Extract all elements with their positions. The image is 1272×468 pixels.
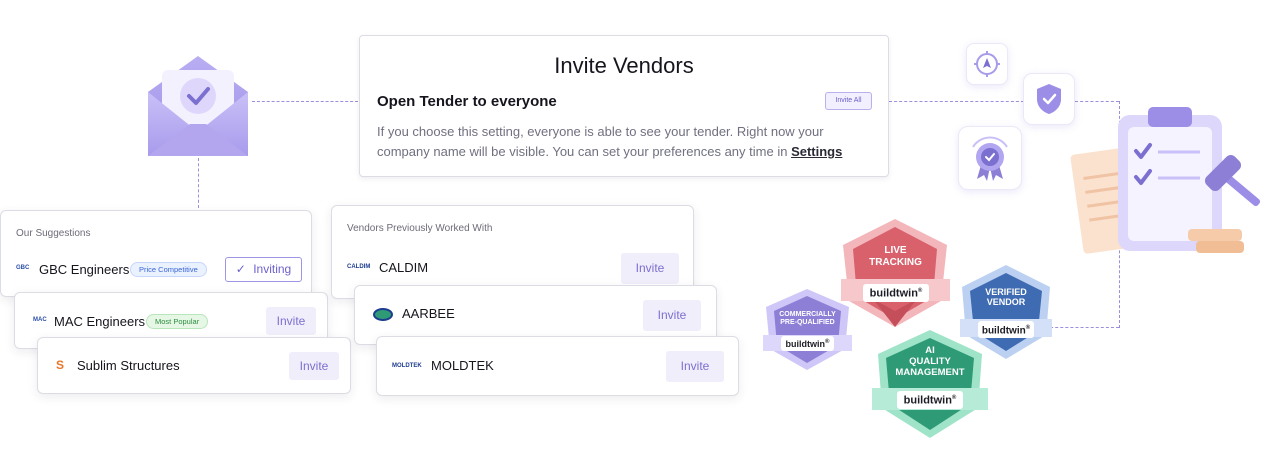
check-icon: ✓ bbox=[235, 262, 246, 276]
gavel-icon bbox=[1195, 150, 1272, 225]
connector-line bbox=[889, 101, 1024, 102]
live-tracking-badge: LIVE TRACKING buildtwin® bbox=[839, 215, 952, 330]
page-title: Invite Vendors bbox=[554, 53, 694, 78]
vendor-name: Sublim Structures bbox=[77, 358, 180, 373]
open-tender-title: Open Tender to everyone bbox=[377, 93, 557, 110]
registered-mark: ® bbox=[951, 395, 957, 401]
vendor-name: GBC Engineers bbox=[39, 262, 130, 277]
ai-quality-label: AI QUALITY MANAGEMENT bbox=[895, 345, 965, 378]
registered-mark: ® bbox=[917, 288, 923, 294]
verified-vendor-label: VERIFIED VENDOR bbox=[985, 287, 1027, 308]
award-ribbon-icon bbox=[958, 126, 1022, 190]
buildtwin-logo: buildtwin® bbox=[781, 336, 834, 351]
moldtek-logo: MOLDTEK bbox=[392, 363, 422, 369]
brand-text: buildtwin bbox=[869, 287, 918, 300]
envelope-check-icon bbox=[146, 54, 250, 158]
settings-link[interactable]: Settings bbox=[791, 144, 842, 159]
aarbee-logo bbox=[373, 308, 393, 321]
previous-vendor-card: MOLDTEK MOLDTEK Invite bbox=[376, 336, 739, 396]
shield-check-icon bbox=[1023, 73, 1075, 125]
registered-mark: ® bbox=[1025, 325, 1031, 331]
previous-vendors-label: Vendors Previously Worked With bbox=[347, 223, 493, 234]
buildtwin-logo: buildtwin® bbox=[863, 284, 929, 302]
suggestions-label: Our Suggestions bbox=[16, 228, 91, 239]
most-popular-tag: Most Popular bbox=[146, 314, 209, 329]
price-competitive-tag: Price Competitive bbox=[130, 262, 207, 277]
vendor-name: CALDIM bbox=[379, 260, 429, 275]
invite-all-button[interactable]: Invite All bbox=[825, 92, 872, 110]
live-tracking-label: LIVE TRACKING bbox=[869, 245, 922, 268]
inviting-label: Inviting bbox=[253, 262, 292, 276]
suggestion-card: Our Suggestions GBC GBC Engineers Price … bbox=[0, 210, 312, 297]
sublim-logo: S bbox=[56, 358, 65, 372]
vendor-name: MAC Engineers bbox=[54, 314, 146, 329]
target-icon bbox=[966, 43, 1008, 85]
suggestion-card: S Sublim Structures Invite bbox=[37, 337, 351, 394]
vendor-name: MOLDTEK bbox=[431, 358, 494, 373]
connector-line bbox=[252, 101, 358, 102]
invite-button[interactable]: Invite bbox=[289, 352, 339, 380]
connector-line bbox=[198, 158, 199, 208]
caldim-logo: CALDIM bbox=[347, 264, 371, 270]
inviting-button[interactable]: ✓ Inviting bbox=[225, 257, 302, 282]
invite-button[interactable]: Invite bbox=[266, 307, 316, 335]
invite-button[interactable]: Invite bbox=[643, 300, 701, 331]
vendor-name: AARBEE bbox=[402, 306, 455, 321]
commercially-label: COMMERCIALLY PRE-QUALIFIED bbox=[779, 311, 836, 327]
invite-vendors-card: Invite Vendors Open Tender to everyone I… bbox=[359, 35, 889, 177]
connector-line bbox=[1075, 101, 1119, 102]
commercially-prequalified-badge: COMMERCIALLY PRE-QUALIFIED buildtwin® bbox=[761, 287, 854, 372]
brand-text: buildtwin bbox=[903, 394, 952, 407]
invite-button[interactable]: Invite bbox=[666, 351, 724, 382]
gbc-logo: GBC bbox=[16, 265, 30, 271]
invite-button[interactable]: Invite bbox=[621, 253, 679, 284]
registered-mark: ® bbox=[825, 339, 830, 345]
ai-quality-management-badge: AI QUALITY MANAGEMENT buildtwin® bbox=[870, 328, 990, 440]
mac-logo: MAC bbox=[33, 317, 47, 323]
brand-text: buildtwin bbox=[785, 339, 826, 349]
description-text: If you choose this setting, everyone is … bbox=[377, 124, 824, 159]
buildtwin-logo: buildtwin® bbox=[897, 391, 963, 409]
open-tender-description: If you choose this setting, everyone is … bbox=[377, 122, 877, 162]
